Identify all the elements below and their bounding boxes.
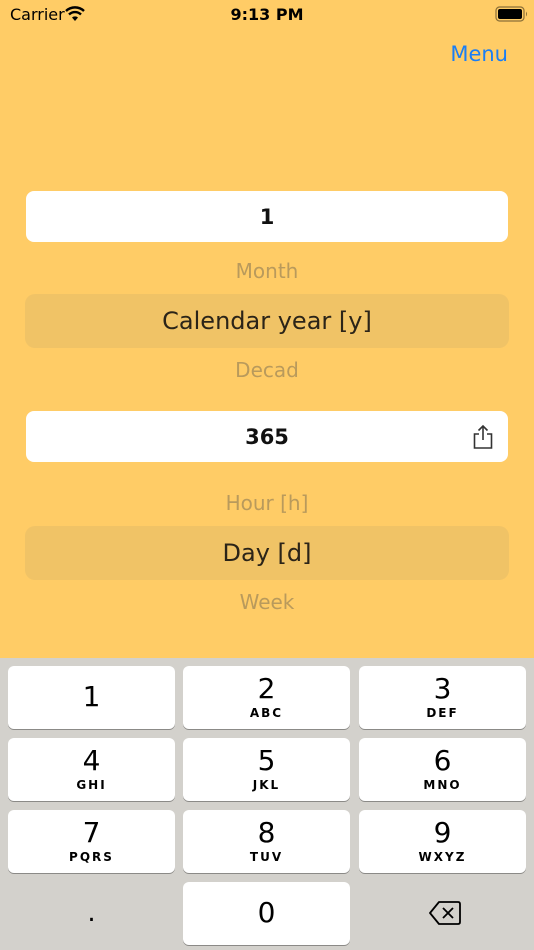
input-value: 1 [259,204,275,229]
share-icon[interactable] [472,424,494,450]
key-digit: 0 [257,896,276,929]
input-value-field[interactable]: 1 [26,191,508,242]
clock-time: 9:13 PM [230,5,304,24]
battery-icon [495,6,527,22]
key-2[interactable]: 2 ABC [183,666,350,729]
key-letters: GHI [76,778,107,792]
key-9[interactable]: 9 WXYZ [359,810,526,873]
key-5[interactable]: 5 JKL [183,738,350,801]
key-letters: JKL [252,778,281,792]
key-0[interactable]: 0 [183,882,350,945]
key-letters: MNO [423,778,462,792]
key-letters: DEF [426,706,459,720]
key-digit: 1 [82,680,101,713]
from-unit-selected[interactable]: Calendar year [y] [25,294,509,348]
key-6[interactable]: 6 MNO [359,738,526,801]
key-delete[interactable] [359,882,526,945]
key-digit: 9 [433,816,452,849]
key-letters: WXYZ [418,850,467,864]
key-digit: 4 [82,744,101,777]
key-digit: 8 [257,816,276,849]
result-value: 365 [245,424,289,449]
to-unit-selected[interactable]: Day [d] [25,526,509,580]
key-digit: 7 [82,816,101,849]
key-letters: PQRS [69,850,114,864]
key-letters: TUV [249,850,284,864]
to-unit-option-above[interactable]: Hour [h] [0,491,534,515]
numeric-keypad: 1 2 ABC 3 DEF 4 GHI 5 JKL 6 MNO 7 PQRS 8… [0,658,534,950]
key-8[interactable]: 8 TUV [183,810,350,873]
menu-button[interactable]: Menu [450,42,508,66]
key-decimal[interactable]: . [8,882,175,945]
key-digit: 5 [257,744,276,777]
from-unit-option-below[interactable]: Decad [0,358,534,382]
key-7[interactable]: 7 PQRS [8,810,175,873]
key-4[interactable]: 4 GHI [8,738,175,801]
result-value-field[interactable]: 365 [26,411,508,462]
backspace-icon [429,901,461,925]
key-digit: 6 [433,744,452,777]
from-unit-option-above[interactable]: Month [0,259,534,283]
key-1[interactable]: 1 [8,666,175,729]
to-unit-option-below[interactable]: Week [0,590,534,614]
key-digit: 3 [433,672,452,705]
key-3[interactable]: 3 DEF [359,666,526,729]
status-bar: Carrier 9:13 PM [0,0,534,30]
key-decimal-label: . [87,898,96,928]
key-digit: 2 [257,672,276,705]
key-letters: ABC [249,706,284,720]
